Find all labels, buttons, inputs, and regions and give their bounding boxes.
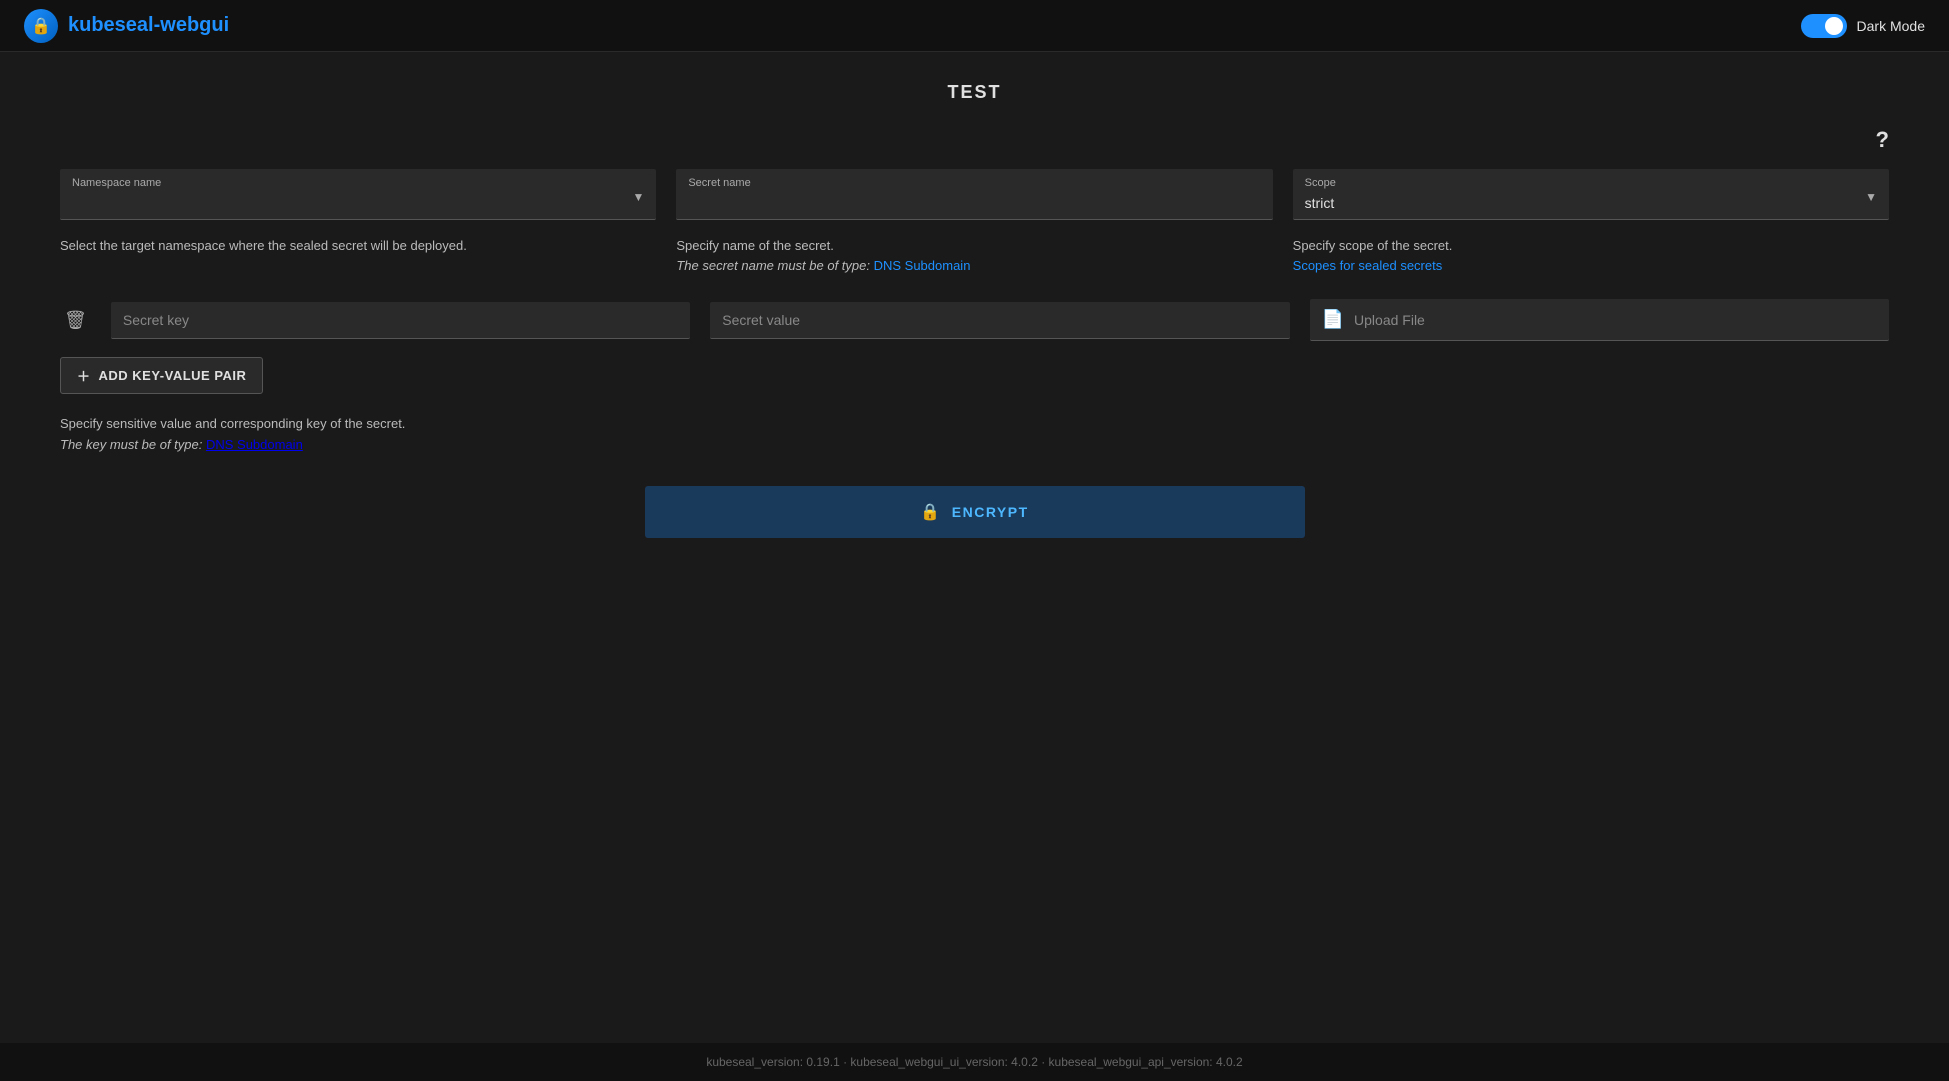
scope-group: Scope strict namespace-wide cluster-wide… [1293,169,1889,220]
description-row: Select the target namespace where the se… [60,236,1889,275]
kv-description: Specify sensitive value and correspondin… [60,414,1889,456]
scope-label: Scope [1305,177,1877,189]
brand-link[interactable]: 🔒 kubeseal-webgui [24,9,229,43]
lock-icon: 🔒 [920,502,941,522]
kv-italic: The key must be of type: [60,437,206,452]
scopes-link[interactable]: Scopes for sealed secrets [1293,258,1443,273]
kv-description-text: Specify sensitive value and correspondin… [60,416,405,431]
secret-name-description: Specify name of the secret. The secret n… [676,236,1272,275]
namespace-col: Namespace name ▼ [60,169,656,220]
namespace-input[interactable] [72,193,644,213]
toggle-slider [1801,14,1847,38]
secret-key-input[interactable] [123,312,678,328]
kv-row: 🗑 📄 Upload File [60,299,1889,341]
secret-name-italic: The secret name must be of type: [676,258,873,273]
dark-mode-toggle[interactable] [1801,14,1847,38]
scope-col: Scope strict namespace-wide cluster-wide… [1293,169,1889,220]
secret-name-description-text: Specify name of the secret. [676,238,834,253]
encrypt-btn-row: 🔒 ENCRYPT [60,486,1889,538]
dns-subdomain-link-2[interactable]: DNS Subdomain [206,437,303,452]
footer-text: kubeseal_version: 0.19.1 · kubeseal_webg… [706,1055,1242,1069]
secret-value-group [710,302,1289,339]
page-title: TEST [60,82,1889,103]
add-kv-button[interactable]: ＋ ADD KEY-VALUE PAIR [60,357,263,394]
help-icon-row: ? [60,127,1889,153]
secret-name-input[interactable] [688,193,1260,213]
encrypt-label: ENCRYPT [952,504,1029,520]
upload-file-group[interactable]: 📄 Upload File [1310,299,1889,341]
namespace-label: Namespace name [72,177,644,189]
encrypt-button[interactable]: 🔒 ENCRYPT [645,486,1305,538]
upload-icon: 📄 [1322,309,1344,330]
navbar-right: Dark Mode [1801,14,1925,38]
help-icon[interactable]: ? [1876,127,1889,153]
scope-select[interactable]: strict namespace-wide cluster-wide [1305,193,1877,213]
add-kv-label: ADD KEY-VALUE PAIR [99,368,247,383]
brand-prefix: kubeseal [68,14,154,36]
dark-mode-label: Dark Mode [1857,18,1925,34]
brand-icon: 🔒 [24,9,58,43]
footer: kubeseal_version: 0.19.1 · kubeseal_webg… [0,1043,1949,1081]
upload-file-label: Upload File [1354,312,1425,328]
secret-value-input[interactable] [722,312,1277,328]
secret-name-col: Secret name [676,169,1272,220]
navbar: 🔒 kubeseal-webgui Dark Mode [0,0,1949,52]
secret-name-label: Secret name [688,177,1260,189]
secret-name-group: Secret name [676,169,1272,220]
form-row-top: Namespace name ▼ Secret name Scope stric… [60,169,1889,220]
delete-kv-button[interactable]: 🗑 [60,310,91,331]
brand-text: kubeseal-webgui [68,14,229,37]
secret-key-group [111,302,690,339]
scope-description-text: Specify scope of the secret. [1293,238,1453,253]
dns-subdomain-link-1[interactable]: DNS Subdomain [874,258,971,273]
namespace-description-text: Select the target namespace where the se… [60,238,467,253]
add-kv-icon: ＋ [77,366,91,385]
namespace-group: Namespace name ▼ [60,169,656,220]
scope-description: Specify scope of the secret. Scopes for … [1293,236,1889,275]
namespace-description: Select the target namespace where the se… [60,236,656,275]
main-content: TEST ? Namespace name ▼ Secret name Scop… [0,52,1949,578]
brand-suffix: -webgui [154,14,230,36]
